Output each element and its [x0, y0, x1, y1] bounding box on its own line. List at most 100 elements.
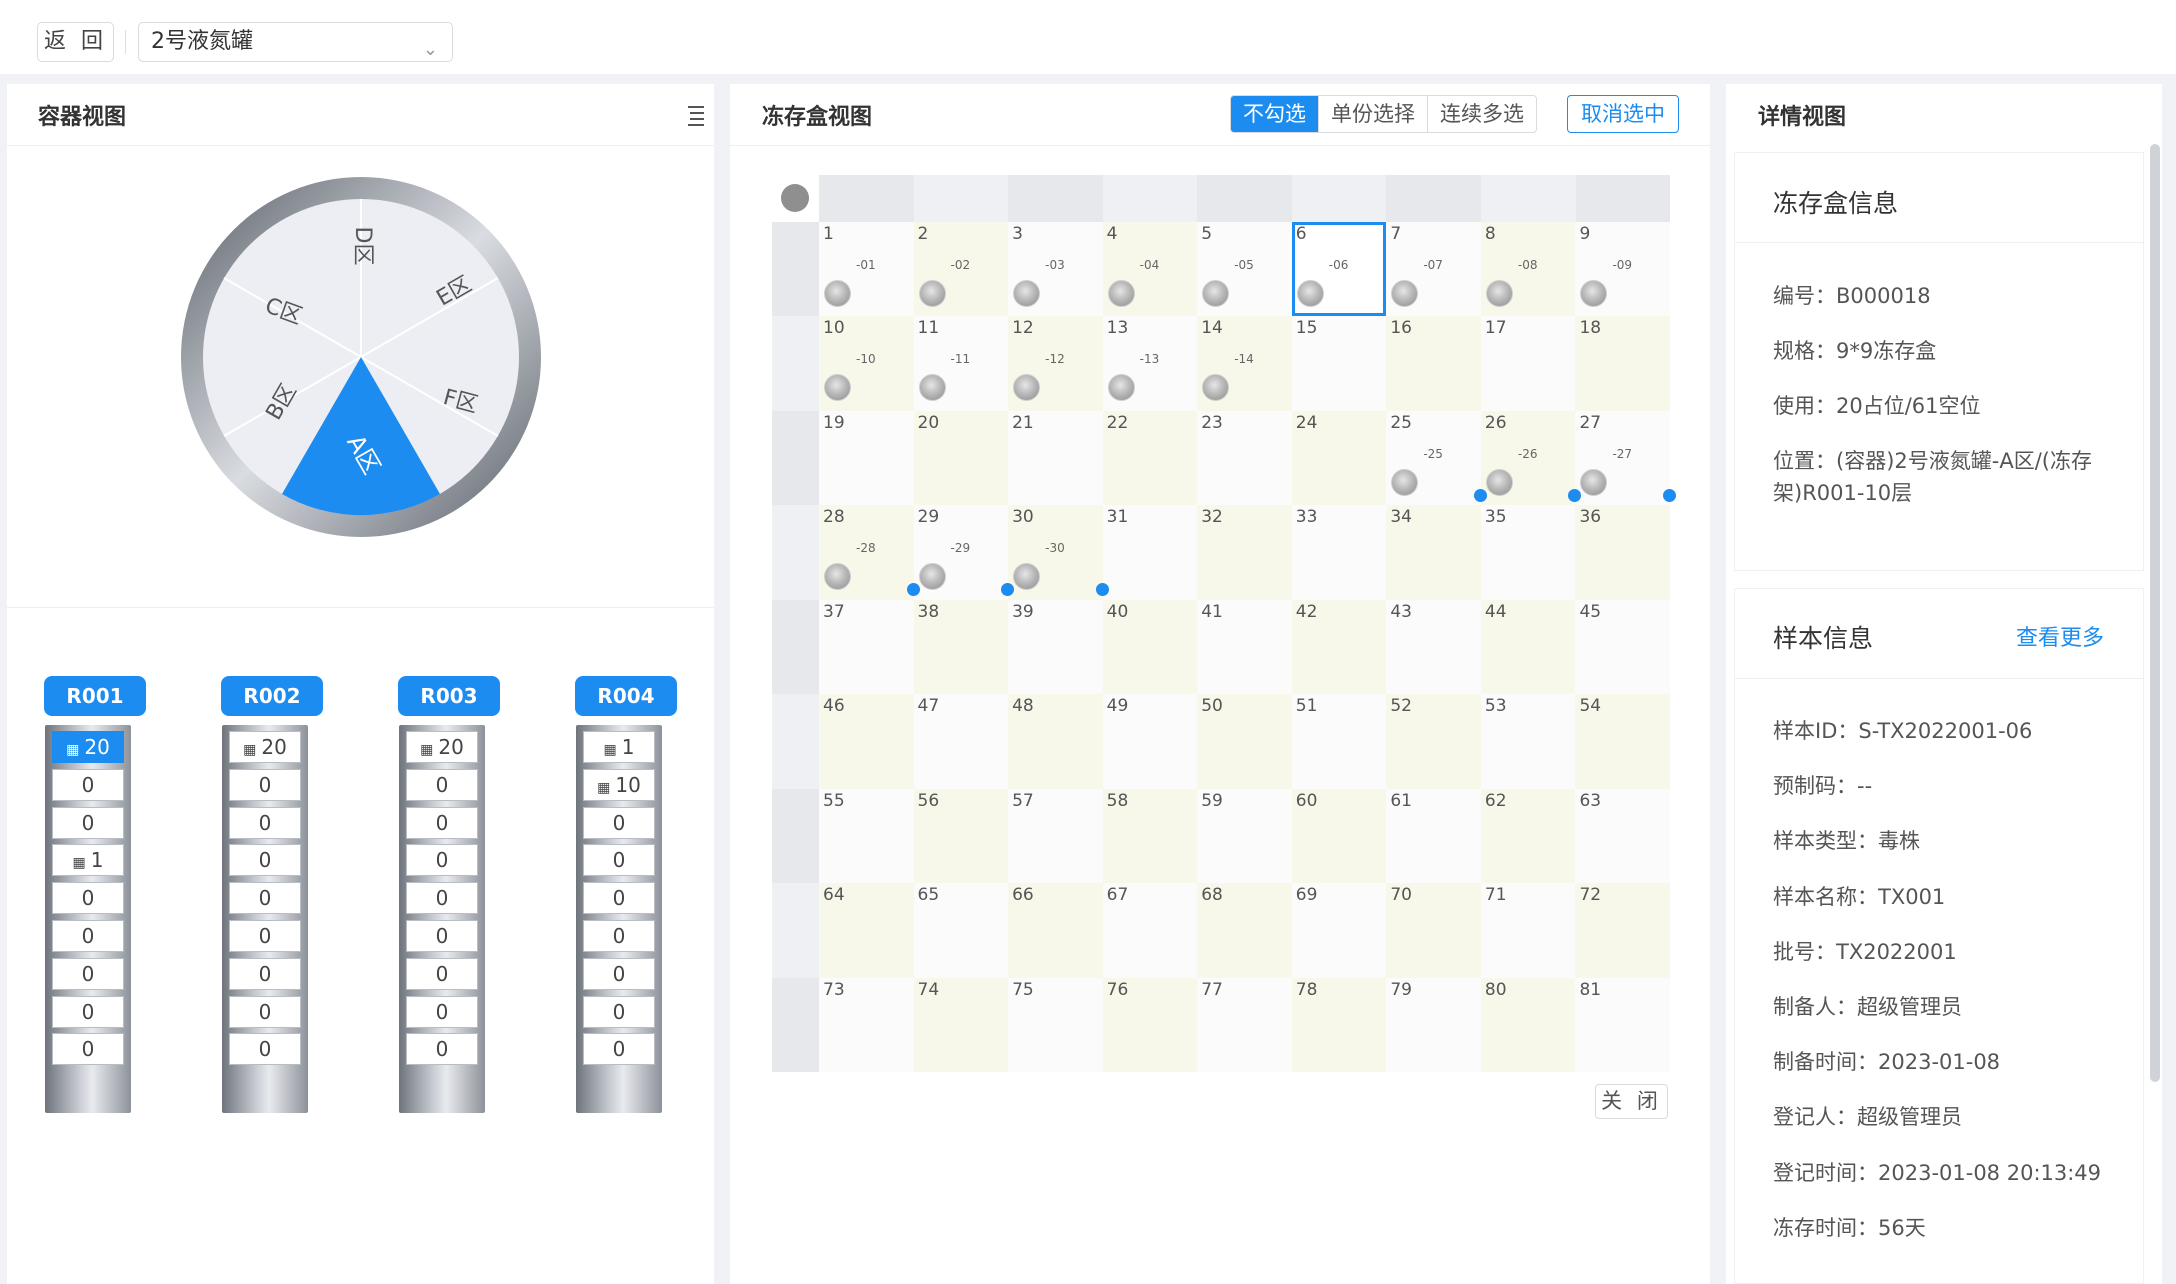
box-position[interactable]: 49	[1102, 694, 1198, 789]
box-position[interactable]: 39	[1008, 599, 1103, 695]
box-position[interactable]: 16	[1386, 316, 1481, 411]
box-position[interactable]: 11 -11	[913, 316, 1009, 411]
rack-layer[interactable]: 0	[406, 844, 478, 877]
box-position[interactable]: 68	[1197, 883, 1292, 978]
box-position[interactable]: 47	[913, 694, 1009, 789]
rack-layer[interactable]: 0	[583, 806, 655, 839]
box-position[interactable]: 27 -27	[1575, 410, 1676, 506]
box-position[interactable]: 48	[1008, 694, 1103, 789]
box-position[interactable]: 42	[1291, 599, 1387, 695]
box-position[interactable]: 54	[1575, 694, 1670, 789]
rack-layer[interactable]: 0	[229, 919, 301, 952]
mode-single[interactable]: 单份选择	[1319, 96, 1428, 132]
rack-layer[interactable]: ▦ 1	[52, 844, 124, 877]
box-position[interactable]: 45	[1575, 599, 1670, 695]
rack-layer[interactable]: 0	[406, 768, 478, 801]
box-position[interactable]: 58	[1102, 788, 1198, 884]
box-position[interactable]: 50	[1197, 694, 1292, 789]
box-position[interactable]: 38	[913, 599, 1009, 695]
rack-layer[interactable]: 0	[52, 806, 124, 839]
view-more-link[interactable]: 查看更多	[2016, 620, 2104, 652]
box-position[interactable]: 1 -01	[819, 222, 914, 317]
rack-layer[interactable]: ▦ 10	[583, 768, 655, 801]
box-position[interactable]: 65	[913, 883, 1009, 978]
rack-layer[interactable]: 0	[229, 806, 301, 839]
rack-tab-r002[interactable]: R002	[221, 676, 323, 716]
rack-layer[interactable]: ▦ 20	[229, 731, 301, 763]
tank-wheel[interactable]: A区 B区 C区 D区 E区 F区	[180, 176, 542, 538]
rack-layer[interactable]: 0	[583, 919, 655, 952]
rack-layer[interactable]: 0	[52, 995, 124, 1028]
tank-select[interactable]: 2号液氮罐 ⌄	[138, 22, 453, 62]
rack-layer[interactable]: 0	[406, 882, 478, 915]
box-position[interactable]: 28 -28	[819, 505, 920, 600]
rack-layer[interactable]: 0	[229, 995, 301, 1028]
box-position[interactable]: 81	[1575, 977, 1670, 1072]
mode-range[interactable]: 连续多选	[1428, 96, 1536, 132]
rack-layer[interactable]: 0	[229, 882, 301, 915]
rack-layer[interactable]: 0	[52, 882, 124, 915]
close-button[interactable]: 关 闭	[1595, 1084, 1668, 1119]
box-position[interactable]: 76	[1102, 977, 1198, 1072]
box-position[interactable]: 18	[1575, 316, 1670, 411]
box-position[interactable]: 8 -08	[1480, 222, 1576, 317]
box-position[interactable]: 52	[1386, 694, 1481, 789]
box-position[interactable]: 53	[1480, 694, 1576, 789]
box-position[interactable]: 77	[1197, 977, 1292, 1072]
box-position[interactable]: 36	[1575, 505, 1670, 600]
box-position[interactable]: 25 -25	[1386, 410, 1487, 506]
box-position[interactable]: 22	[1102, 410, 1198, 506]
box-position[interactable]: 12 -12	[1008, 316, 1103, 411]
box-position[interactable]: 23	[1197, 410, 1292, 506]
box-position[interactable]: 15	[1291, 316, 1387, 411]
box-position[interactable]: 41	[1197, 599, 1292, 695]
box-position[interactable]: 73	[819, 977, 914, 1072]
box-position[interactable]: 24	[1291, 410, 1387, 506]
box-position[interactable]: 6 -06	[1291, 222, 1387, 317]
box-position[interactable]: 80	[1480, 977, 1576, 1072]
box-position[interactable]: 70	[1386, 883, 1481, 978]
box-position[interactable]: 64	[819, 883, 914, 978]
box-position[interactable]: 30 -30	[1008, 505, 1109, 600]
rack-layer[interactable]: ▦ 20	[52, 731, 124, 763]
box-position[interactable]: 69	[1291, 883, 1387, 978]
box-position[interactable]: 7 -07	[1386, 222, 1481, 317]
rack-layer[interactable]: 0	[52, 919, 124, 952]
box-position[interactable]: 66	[1008, 883, 1103, 978]
rack-tab-r003[interactable]: R003	[398, 676, 500, 716]
box-position[interactable]: 4 -04	[1102, 222, 1198, 317]
box-position[interactable]: 26 -26	[1480, 410, 1582, 506]
cancel-selection-button[interactable]: 取消选中	[1567, 95, 1679, 133]
box-position[interactable]: 10 -10	[819, 316, 914, 411]
box-position[interactable]: 57	[1008, 788, 1103, 884]
box-position[interactable]: 56	[913, 788, 1009, 884]
box-position[interactable]: 2 -02	[913, 222, 1009, 317]
box-position[interactable]: 63	[1575, 788, 1670, 884]
rack-layer[interactable]: 0	[406, 995, 478, 1028]
rack-layer[interactable]: ▦ 20	[406, 731, 478, 763]
box-position[interactable]: 34	[1386, 505, 1481, 600]
rack-layer[interactable]: 0	[229, 768, 301, 801]
box-position[interactable]: 75	[1008, 977, 1103, 1072]
rack-layer[interactable]: 0	[583, 957, 655, 990]
box-position[interactable]: 55	[819, 788, 914, 884]
box-position[interactable]: 62	[1480, 788, 1576, 884]
rack-layer[interactable]: 0	[406, 1033, 478, 1066]
box-position[interactable]: 44	[1480, 599, 1576, 695]
rack-layer[interactable]: 0	[406, 957, 478, 990]
box-position[interactable]: 59	[1197, 788, 1292, 884]
box-position[interactable]: 5 -05	[1197, 222, 1292, 317]
box-position[interactable]: 78	[1291, 977, 1387, 1072]
box-position[interactable]: 60	[1291, 788, 1387, 884]
box-position[interactable]: 40	[1102, 599, 1198, 695]
box-position[interactable]: 13 -13	[1102, 316, 1198, 411]
box-position[interactable]: 67	[1102, 883, 1198, 978]
mode-none[interactable]: 不勾选	[1231, 96, 1319, 132]
rack-layer[interactable]: 0	[583, 995, 655, 1028]
rack-layer[interactable]: 0	[583, 1033, 655, 1066]
box-position[interactable]: 51	[1291, 694, 1387, 789]
collapse-menu-icon[interactable]	[684, 104, 704, 126]
rack-layer[interactable]: 0	[52, 768, 124, 801]
rack-layer[interactable]: 0	[52, 957, 124, 990]
box-position[interactable]: 21	[1008, 410, 1103, 506]
